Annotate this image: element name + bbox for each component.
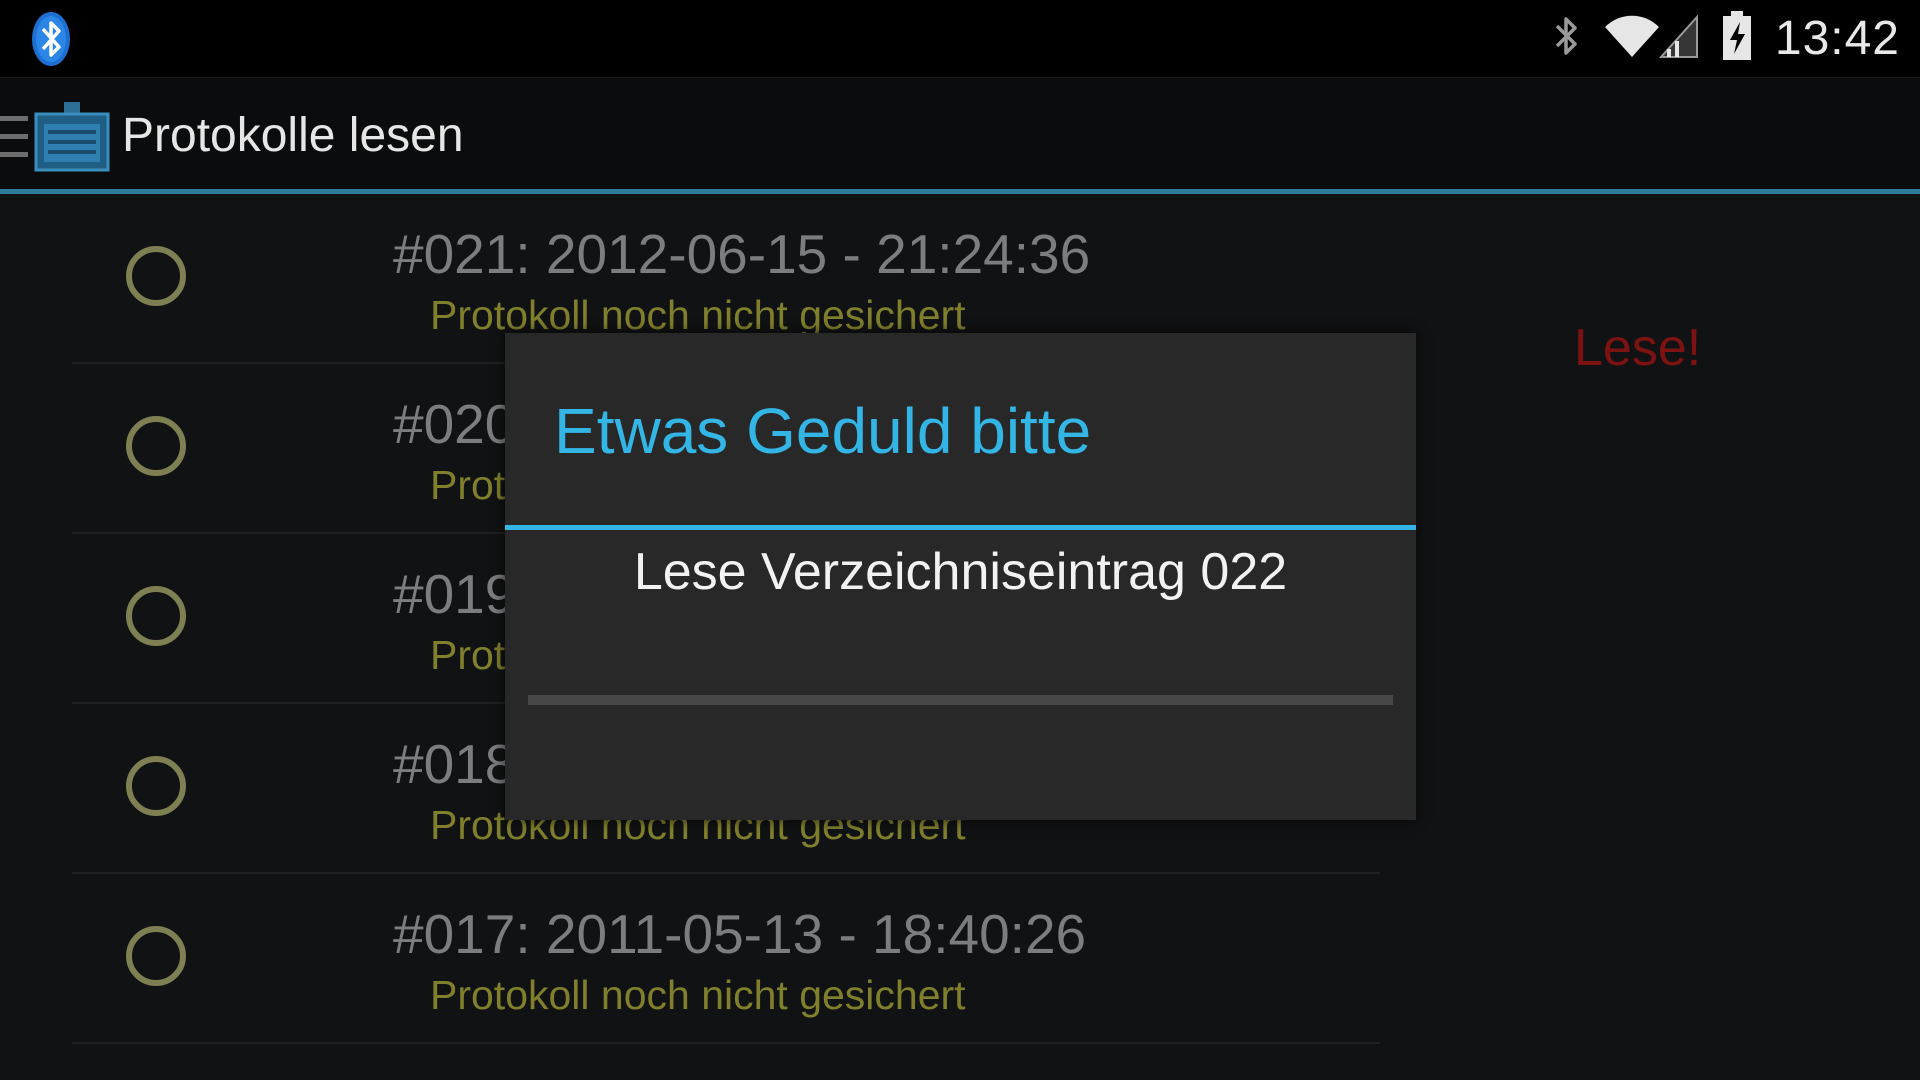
item-subtitle: Protokoll noch nicht gesichert	[430, 972, 966, 1018]
item-subtitle: Prot	[430, 462, 506, 508]
radio-button[interactable]	[126, 586, 186, 646]
radio-button[interactable]	[126, 416, 186, 476]
battery-charging-icon	[1721, 10, 1753, 67]
bluetooth-icon	[1551, 12, 1581, 65]
item-subtitle: Prot	[430, 632, 506, 678]
progress-bar	[528, 695, 1393, 705]
dialog-message: Lese Verzeichniseintrag 022	[633, 543, 1288, 601]
list-item[interactable]: #017: 2011-05-13 - 18:40:26 Protokoll no…	[72, 874, 1380, 1044]
item-title: #017: 2011-05-13 - 18:40:26	[393, 903, 1087, 965]
bluetooth-notification-icon	[30, 10, 72, 68]
status-icons: 13:42	[1551, 0, 1900, 77]
radio-button[interactable]	[126, 756, 186, 816]
dialog-title: Etwas Geduld bitte	[554, 395, 1092, 467]
page-title: Protokolle lesen	[122, 109, 464, 162]
clock: 13:42	[1774, 12, 1900, 65]
item-title: #019	[393, 563, 516, 625]
item-title: #020	[393, 393, 516, 455]
status-bar: 13:42	[0, 0, 1920, 77]
wifi-icon	[1603, 13, 1661, 64]
radio-button[interactable]	[126, 246, 186, 306]
read-status-label: Lese!	[1574, 319, 1702, 377]
app-icon[interactable]	[34, 100, 110, 172]
signal-icon	[1658, 13, 1699, 64]
item-title: #021: 2012-06-15 - 21:24:36	[393, 223, 1091, 285]
radio-button[interactable]	[126, 926, 186, 986]
item-title: #018	[393, 733, 516, 795]
progress-dialog: Etwas Geduld bitte Lese Verzeichniseintr…	[505, 333, 1416, 820]
dialog-divider	[505, 525, 1416, 530]
menu-icon[interactable]	[0, 114, 30, 160]
